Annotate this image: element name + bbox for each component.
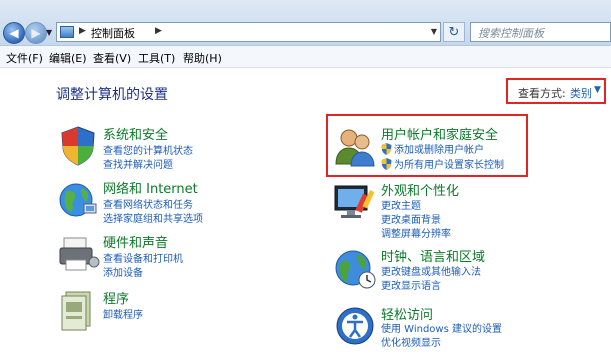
menu-edit[interactable]: 编辑(E) xyxy=(49,50,87,66)
category-link[interactable]: 调整屏幕分辨率 xyxy=(381,225,451,240)
highlight-box xyxy=(326,114,528,177)
menu-tools[interactable]: 工具(T) xyxy=(138,50,175,66)
address-bar: ◀ ▶ ▼ ▶ 控制面板 ▶ ▼ ↻ 搜索控制面板 xyxy=(0,0,611,46)
forward-button[interactable]: ▶ xyxy=(25,22,47,44)
category-link[interactable]: 更改主题 xyxy=(381,197,421,212)
back-button[interactable]: ◀ xyxy=(3,22,25,44)
category-link[interactable]: 更改显示语言 xyxy=(381,277,441,292)
monitor-paint-icon[interactable] xyxy=(333,180,377,224)
category-title[interactable]: 程序 xyxy=(103,288,129,307)
category-link[interactable]: 更改桌面背景 xyxy=(381,211,441,226)
programs-icon[interactable] xyxy=(56,288,100,332)
category-title[interactable]: 网络和 Internet xyxy=(103,178,198,197)
address-dropdown-icon[interactable]: ▼ xyxy=(431,27,437,36)
control-panel-icon xyxy=(60,26,74,38)
breadcrumb-separator-icon[interactable]: ▶ xyxy=(155,26,162,36)
menu-file[interactable]: 文件(F) xyxy=(6,50,43,66)
breadcrumb-control-panel[interactable]: 控制面板 xyxy=(91,25,135,41)
printer-icon[interactable] xyxy=(56,232,100,276)
category-link[interactable]: 更改键盘或其他输入法 xyxy=(381,263,481,278)
shield-icon[interactable] xyxy=(56,124,100,168)
category-link[interactable]: 使用 Windows 建议的设置 xyxy=(381,320,502,335)
ease-of-access-icon[interactable] xyxy=(333,304,377,348)
category-link[interactable]: 卸载程序 xyxy=(103,306,143,321)
page-title: 调整计算机的设置 xyxy=(56,87,168,103)
category-title[interactable]: 系统和安全 xyxy=(103,124,168,143)
view-by-selector: 查看方式: 类别 ▼ xyxy=(506,78,606,104)
category-title[interactable]: 硬件和声音 xyxy=(103,232,168,251)
menu-bar: 文件(F) 编辑(E) 查看(V) 工具(T) 帮助(H) xyxy=(0,46,611,68)
view-by-dropdown[interactable]: 类别 xyxy=(570,85,592,101)
category-link[interactable]: 查看设备和打印机 xyxy=(103,250,183,265)
menu-help[interactable]: 帮助(H) xyxy=(183,50,222,66)
chevron-down-icon[interactable]: ▼ xyxy=(594,85,601,95)
category-link[interactable]: 添加设备 xyxy=(103,264,143,279)
refresh-button[interactable]: ↻ xyxy=(443,22,465,42)
globe-clock-icon[interactable] xyxy=(333,246,377,290)
recent-pages-dropdown-icon[interactable]: ▼ xyxy=(46,28,52,37)
category-link[interactable]: 查看您的计算机状态 xyxy=(103,142,193,157)
network-globe-icon[interactable] xyxy=(56,178,100,222)
menu-view[interactable]: 查看(V) xyxy=(93,50,131,66)
search-input[interactable]: 搜索控制面板 xyxy=(470,22,611,42)
breadcrumb[interactable]: ▶ 控制面板 ▶ ▼ xyxy=(56,22,441,42)
category-link[interactable]: 优化视频显示 xyxy=(381,334,441,349)
search-placeholder: 搜索控制面板 xyxy=(478,27,544,40)
view-by-label: 查看方式: xyxy=(518,87,566,100)
category-link[interactable]: 查看网络状态和任务 xyxy=(103,196,193,211)
breadcrumb-separator-icon[interactable]: ▶ xyxy=(79,26,86,36)
category-link[interactable]: 查找并解决问题 xyxy=(103,156,173,171)
category-link[interactable]: 选择家庭组和共享选项 xyxy=(103,210,203,225)
